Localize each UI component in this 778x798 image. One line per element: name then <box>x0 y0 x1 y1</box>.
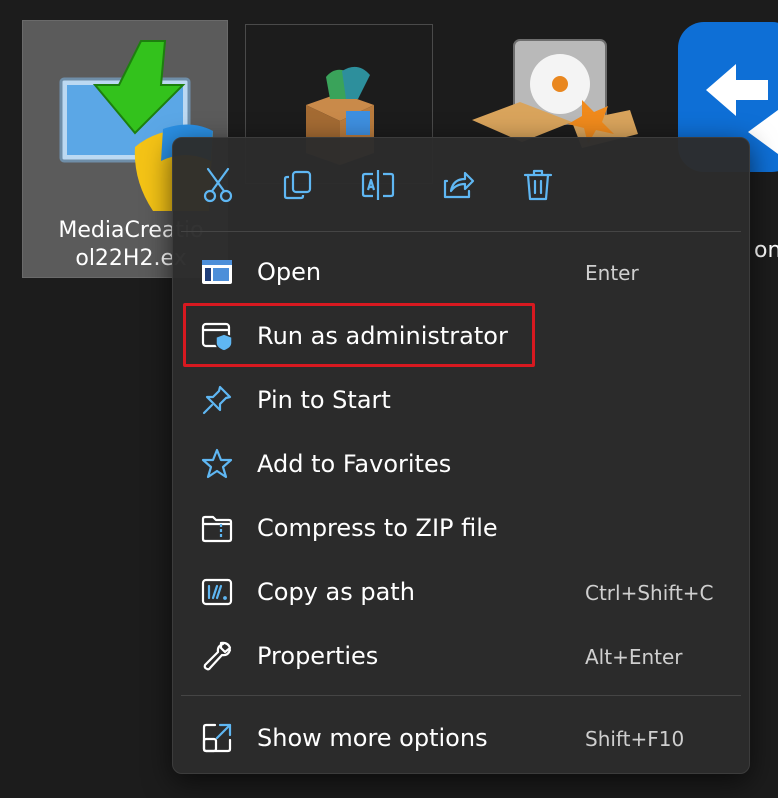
menu-item-compress-to-zip[interactable]: Compress to ZIP file <box>181 500 741 556</box>
scissors-icon <box>203 167 233 203</box>
menu-item-run-as-administrator[interactable]: Run as administrator <box>181 308 741 364</box>
admin-shield-icon <box>201 320 233 352</box>
menu-item-shortcut: Shift+F10 <box>585 727 685 751</box>
menu-item-shortcut: Alt+Enter <box>585 645 683 669</box>
menu-item-label: Show more options <box>257 724 488 752</box>
menu-item-label: Properties <box>257 642 379 670</box>
cut-button[interactable] <box>195 164 241 206</box>
copy-icon <box>283 170 312 200</box>
menu-item-properties[interactable]: Properties Alt+Enter <box>181 628 741 684</box>
menu-item-label: Pin to Start <box>257 386 391 414</box>
menu-item-shortcut: Enter <box>585 261 639 285</box>
context-menu-toolbar <box>173 138 749 230</box>
zip-folder-icon <box>201 512 233 544</box>
menu-item-label: Copy as path <box>257 578 415 606</box>
menu-item-shortcut: Ctrl+Shift+C <box>585 581 714 605</box>
share-icon <box>443 171 475 199</box>
rename-icon <box>361 170 395 200</box>
pin-icon <box>201 384 233 416</box>
menu-item-label: Compress to ZIP file <box>257 514 498 542</box>
more-options-divider <box>181 695 741 696</box>
context-menu: Open Enter Run as administrator Pin to S… <box>172 137 750 774</box>
desktop: MediaCreatio ol22H2.ex on Open Enter Run… <box>0 0 778 798</box>
menu-item-copy-as-path[interactable]: Copy as path Ctrl+Shift+C <box>181 564 741 620</box>
expand-icon <box>201 722 233 754</box>
copy-button[interactable] <box>275 164 321 206</box>
desktop-icon-label-fragment: onl <box>754 238 778 263</box>
open-window-icon <box>201 256 233 288</box>
toolbar-divider <box>181 231 741 232</box>
wrench-icon <box>201 640 233 672</box>
share-button[interactable] <box>435 164 481 206</box>
menu-item-label: Open <box>257 258 322 286</box>
menu-item-add-to-favorites[interactable]: Add to Favorites <box>181 436 741 492</box>
star-icon <box>201 448 233 480</box>
menu-item-pin-to-start[interactable]: Pin to Start <box>181 372 741 428</box>
rename-button[interactable] <box>355 164 401 206</box>
trash-icon <box>523 169 553 201</box>
path-icon <box>201 576 233 608</box>
menu-item-open[interactable]: Open Enter <box>181 244 741 300</box>
menu-item-label: Add to Favorites <box>257 450 452 478</box>
menu-item-label: Run as administrator <box>257 322 508 350</box>
menu-item-show-more-options[interactable]: Show more options Shift+F10 <box>181 710 741 766</box>
delete-button[interactable] <box>515 164 561 206</box>
